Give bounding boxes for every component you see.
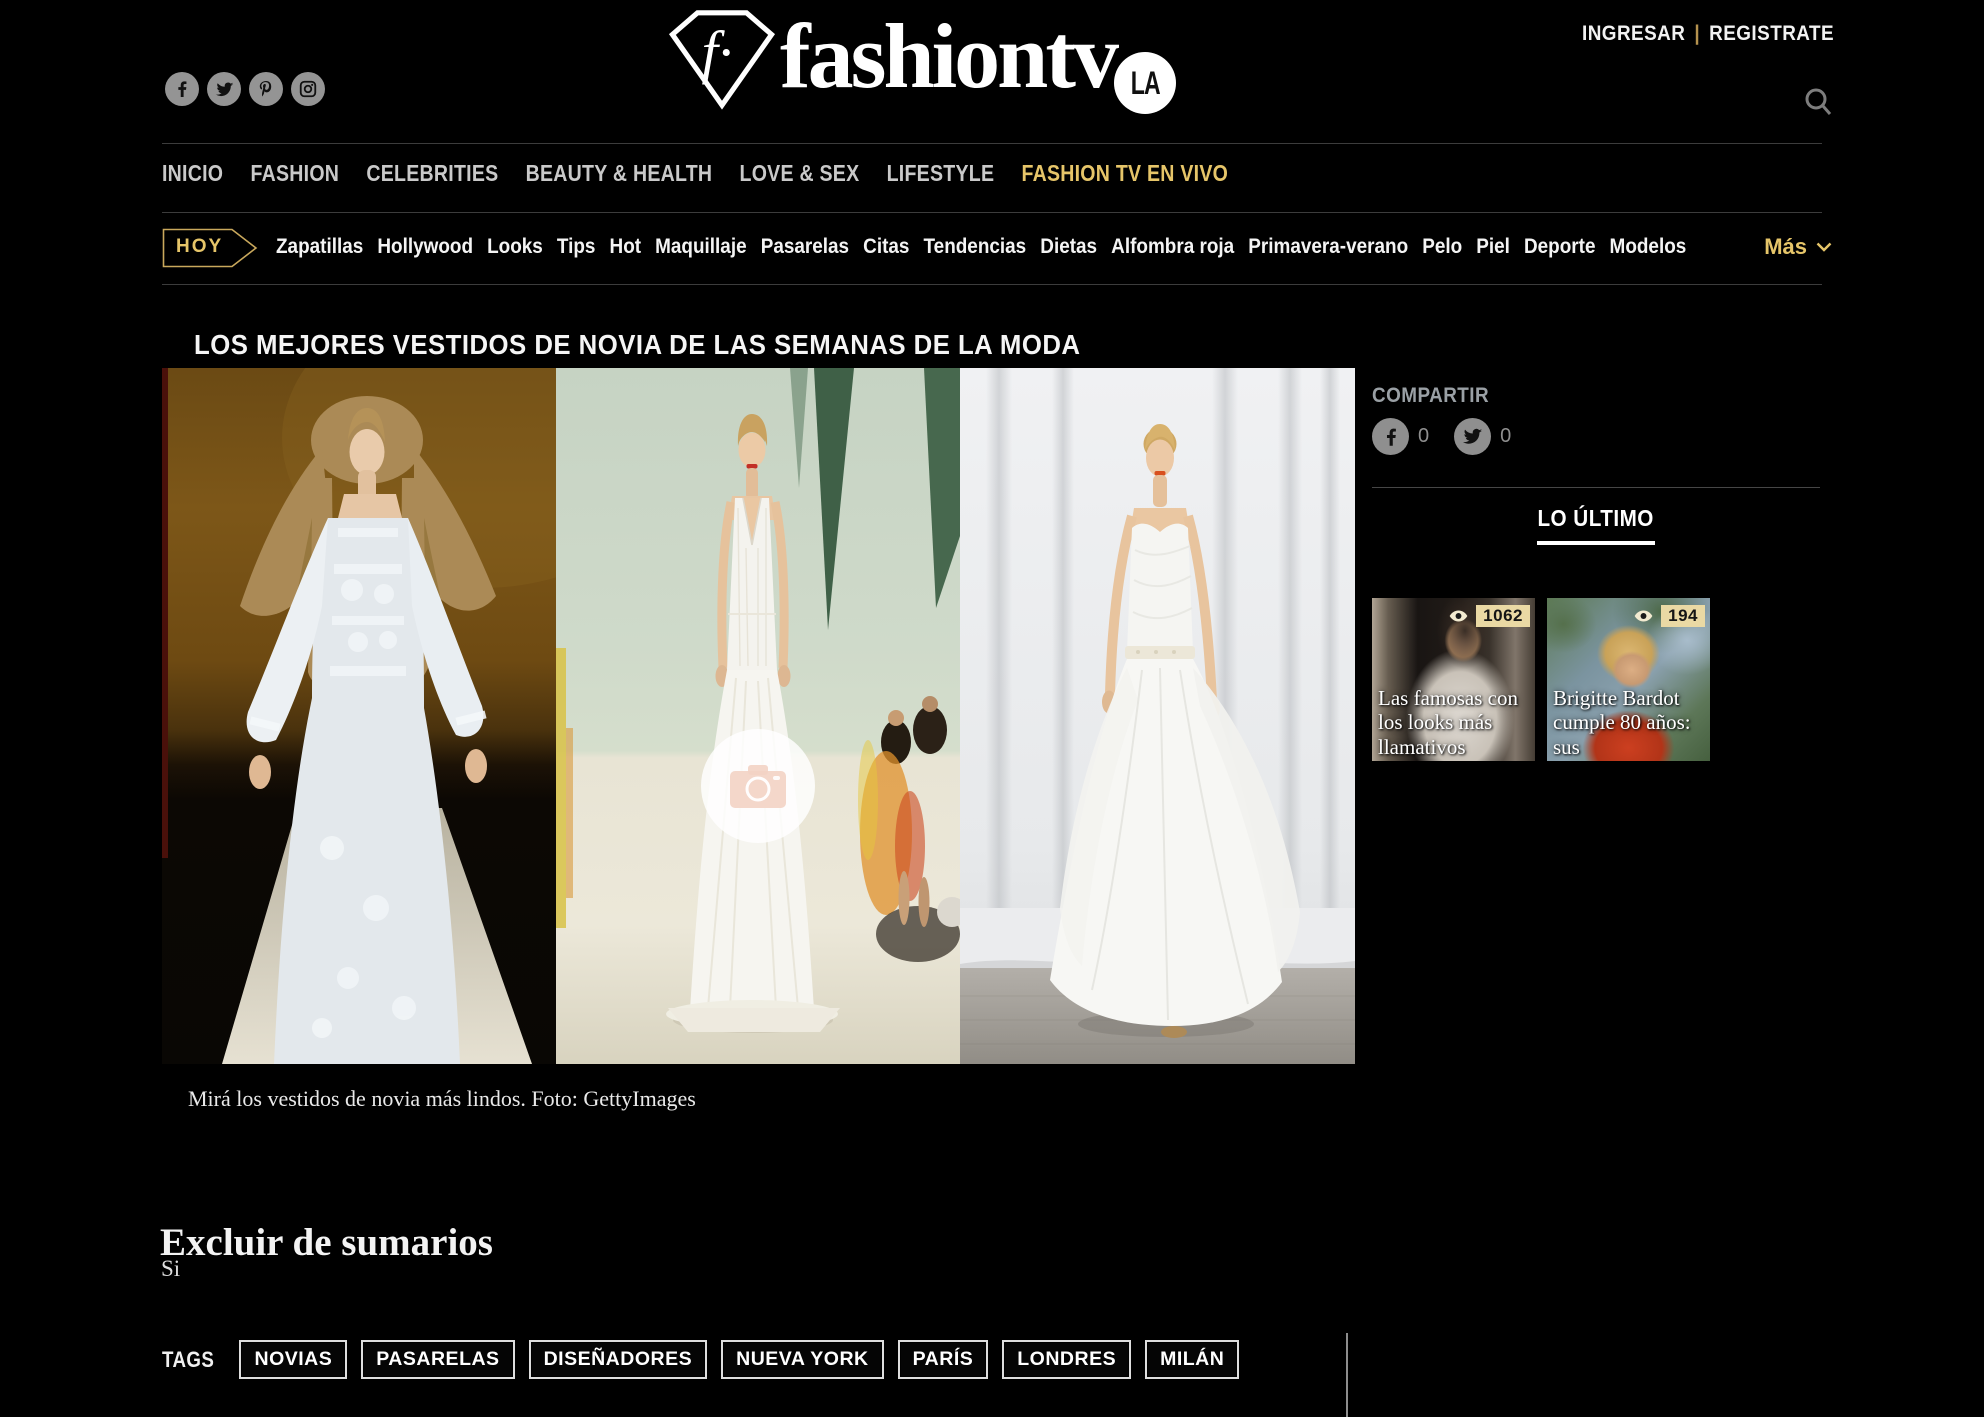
tags-label: TAGS <box>162 1347 214 1373</box>
tags-row: TAGS NOVIAS PASARELAS DISEÑADORES NUEVA … <box>162 1340 1239 1379</box>
share-label: COMPARTIR <box>1372 384 1489 408</box>
latest-item-caption: Brigitte Bardot cumple 80 años: sus <box>1553 686 1703 759</box>
chevron-down-icon <box>1816 242 1832 252</box>
divider <box>162 143 1822 144</box>
topic-dietas[interactable]: Dietas <box>1040 234 1097 259</box>
topic-pelo[interactable]: Pelo <box>1422 234 1462 259</box>
body-heading: Excluir de sumarios <box>160 1220 493 1265</box>
pinterest-icon[interactable] <box>249 72 283 106</box>
fashiontv-article-page: f· fashiontv LA INGRESAR | REGISTRATE IN… <box>0 0 1984 1417</box>
tag-disenadores[interactable]: DISEÑADORES <box>529 1340 708 1379</box>
login-link[interactable]: INGRESAR <box>1582 22 1685 46</box>
topic-tendencias[interactable]: Tendencias <box>924 234 1027 259</box>
divider <box>162 212 1822 213</box>
topic-looks[interactable]: Looks <box>487 234 543 259</box>
hoy-badge[interactable]: HOY <box>162 228 258 268</box>
article-title: LOS MEJORES VESTIDOS DE NOVIA DE LAS SEM… <box>194 329 1080 361</box>
views-badge: 194 <box>1631 605 1705 627</box>
hero-photo-right <box>960 368 1355 1064</box>
diamond-f-icon: f· <box>664 6 780 112</box>
share-facebook-button[interactable] <box>1372 418 1409 455</box>
topic-tips[interactable]: Tips <box>557 234 596 259</box>
eye-icon <box>1446 608 1471 624</box>
nav-celebrities[interactable]: CELEBRITIES <box>366 160 498 187</box>
tag-pasarelas[interactable]: PASARELAS <box>361 1340 514 1379</box>
tag-londres[interactable]: LONDRES <box>1002 1340 1131 1379</box>
logo-mark: f· <box>701 19 732 85</box>
article-hero-gallery[interactable] <box>162 368 1355 1064</box>
register-link[interactable]: REGISTRATE <box>1709 22 1834 46</box>
hero-photo-left <box>162 368 556 1064</box>
nav-love-sex[interactable]: LOVE & SEX <box>740 160 860 187</box>
hero-photo-middle <box>556 368 960 1064</box>
image-caption: Mirá los vestidos de novia más lindos. F… <box>188 1086 696 1112</box>
share-twitter-button[interactable] <box>1454 418 1491 455</box>
site-logo[interactable]: f· fashiontv LA <box>664 4 1176 114</box>
topic-citas[interactable]: Citas <box>863 234 909 259</box>
views-count: 194 <box>1661 605 1705 627</box>
auth-links: INGRESAR | REGISTRATE <box>1582 22 1834 46</box>
more-label: Más <box>1764 234 1807 260</box>
share-row: 0 0 <box>1372 418 1527 455</box>
latest-item-caption: Las famosas con los looks más llamativos <box>1378 686 1528 759</box>
nav-inicio[interactable]: INICIO <box>162 160 223 187</box>
instagram-icon[interactable] <box>291 72 325 106</box>
tag-paris[interactable]: PARÍS <box>898 1340 989 1379</box>
search-icon[interactable] <box>1802 86 1834 123</box>
logo-la-badge: LA <box>1114 52 1176 114</box>
hoy-label: HOY <box>176 236 223 258</box>
divider <box>1346 1333 1348 1417</box>
views-count: 1062 <box>1476 605 1530 627</box>
views-badge: 1062 <box>1446 605 1530 627</box>
nav-fashion[interactable]: FASHION <box>250 160 339 187</box>
eye-icon <box>1631 608 1656 624</box>
gallery-camera-overlay[interactable] <box>701 729 815 843</box>
auth-separator: | <box>1694 22 1700 46</box>
topic-hot[interactable]: Hot <box>610 234 642 259</box>
body-text: Si <box>161 1256 180 1282</box>
latest-underline <box>1537 541 1655 545</box>
twitter-share-count: 0 <box>1500 425 1511 448</box>
topic-primavera-verano[interactable]: Primavera-verano <box>1248 234 1408 259</box>
topic-zapatillas[interactable]: Zapatillas <box>276 234 363 259</box>
tag-novias[interactable]: NOVIAS <box>239 1340 347 1379</box>
topic-maquillaje[interactable]: Maquillaje <box>655 234 746 259</box>
latest-item-famosas[interactable]: 1062 Las famosas con los looks más llama… <box>1372 598 1535 761</box>
tag-milan[interactable]: MILÁN <box>1145 1340 1239 1379</box>
nav-lifestyle[interactable]: LIFESTYLE <box>887 160 995 187</box>
logo-text: fashiontv <box>780 4 1116 109</box>
nav-beauty-health[interactable]: BEAUTY & HEALTH <box>526 160 713 187</box>
topic-deporte[interactable]: Deporte <box>1524 234 1595 259</box>
latest-item-bardot[interactable]: 194 Brigitte Bardot cumple 80 años: sus <box>1547 598 1710 761</box>
more-topics-button[interactable]: Más <box>1764 234 1832 260</box>
divider <box>1372 487 1820 488</box>
nav-fashion-tv-en-vivo[interactable]: FASHION TV EN VIVO <box>1021 160 1228 187</box>
latest-section-header: LO ÚLTIMO <box>1372 505 1820 545</box>
facebook-icon[interactable] <box>165 72 199 106</box>
header-social-row <box>165 72 325 106</box>
topic-alfombra-roja[interactable]: Alfombra roja <box>1111 234 1234 259</box>
topics-nav: Zapatillas Hollywood Looks Tips Hot Maqu… <box>276 234 1686 259</box>
main-nav: INICIO FASHION CELEBRITIES BEAUTY & HEAL… <box>162 160 1228 187</box>
topic-pasarelas[interactable]: Pasarelas <box>761 234 849 259</box>
tag-nueva-york[interactable]: NUEVA YORK <box>721 1340 884 1379</box>
camera-icon <box>728 762 788 810</box>
latest-title: LO ÚLTIMO <box>1538 505 1654 532</box>
facebook-share-count: 0 <box>1418 425 1429 448</box>
topic-piel[interactable]: Piel <box>1476 234 1510 259</box>
twitter-icon[interactable] <box>207 72 241 106</box>
topic-hollywood[interactable]: Hollywood <box>377 234 473 259</box>
topic-modelos[interactable]: Modelos <box>1610 234 1687 259</box>
divider <box>162 284 1822 285</box>
